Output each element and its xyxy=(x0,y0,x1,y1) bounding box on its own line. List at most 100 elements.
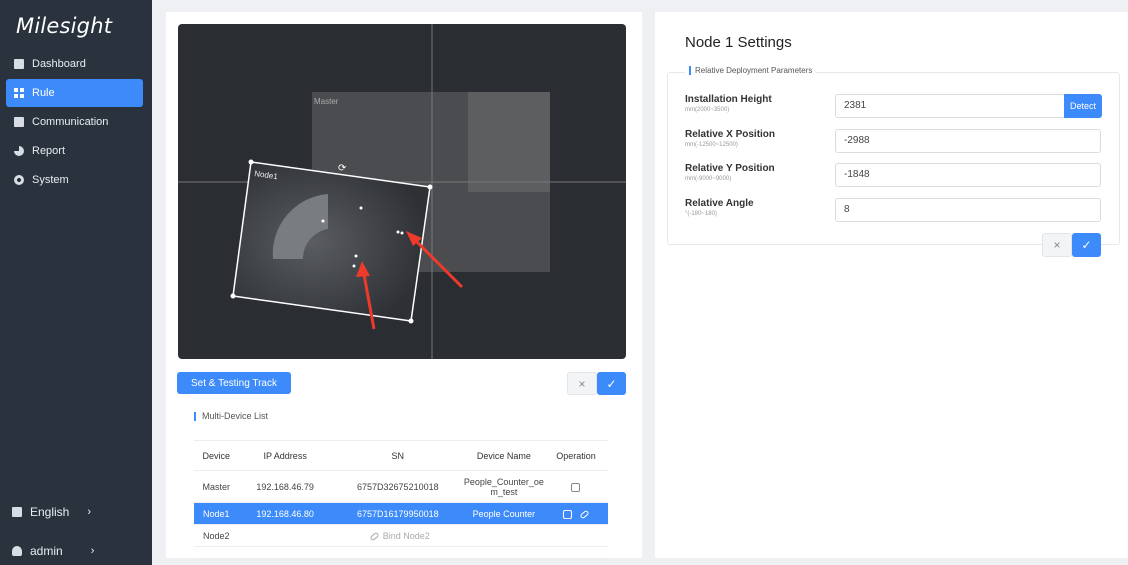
node1-region[interactable] xyxy=(232,161,431,322)
cancel-button[interactable]: × xyxy=(567,372,597,395)
settings-cancel-button[interactable]: × xyxy=(1042,233,1072,257)
fieldset-legend: Relative Deployment Parameters xyxy=(685,66,817,75)
page-title: Node 1 Settings xyxy=(685,34,792,51)
sidebar-item-system[interactable]: System xyxy=(6,166,143,194)
link-icon[interactable] xyxy=(579,509,590,519)
cell-device: Node2 xyxy=(194,524,239,547)
user-label: admin xyxy=(30,544,63,558)
sidebar-item-label: Dashboard xyxy=(32,58,86,70)
sidebar-item-dashboard[interactable]: Dashboard xyxy=(6,50,143,78)
cell-device-name: People_Counter_oe m_test xyxy=(463,470,544,503)
edit-icon[interactable] xyxy=(571,482,581,492)
relative-angle-row: Relative Angle °(-180~180) 8 xyxy=(685,198,1102,223)
installation-height-row: Installation Height mm(2000~3500) 2381 D… xyxy=(685,94,1102,119)
cell-sn: 6757D32675210018 xyxy=(331,470,464,503)
installation-height-input[interactable]: 2381 xyxy=(835,94,1101,118)
cell-ip: 192.168.46.80 xyxy=(238,502,332,525)
sidebar-item-label: Report xyxy=(32,145,66,157)
track-point xyxy=(352,264,356,268)
relative-x-row: Relative X Position mm(-12500~12500) -29… xyxy=(685,129,1102,154)
master-label: Master xyxy=(314,97,339,106)
track-point xyxy=(354,254,358,258)
cell-device-name: People Counter xyxy=(463,502,544,525)
sidebar-item-label: Rule xyxy=(32,87,55,99)
table-row xyxy=(194,546,608,559)
sidebar-item-label: Communication xyxy=(32,116,109,128)
cell-operation xyxy=(543,524,608,547)
user-icon xyxy=(12,546,22,556)
col-device-name: Device Name xyxy=(463,440,544,471)
field-label: Installation Height xyxy=(685,94,772,105)
corner-handle[interactable] xyxy=(248,159,254,165)
table-row-selected[interactable]: Node1 192.168.46.80 6757D16179950018 Peo… xyxy=(194,502,608,525)
close-icon: × xyxy=(1053,238,1061,252)
bind-node2-link[interactable]: Bind Node2 xyxy=(331,524,464,547)
table-row[interactable]: Master 192.168.46.79 6757D32675210018 Pe… xyxy=(194,470,608,503)
corner-handle[interactable] xyxy=(408,318,414,324)
set-testing-track-button[interactable]: Set & Testing Track xyxy=(177,372,291,394)
edit-icon[interactable] xyxy=(562,509,572,519)
field-label: Relative X Position xyxy=(685,129,776,140)
user-menu[interactable]: admin › xyxy=(12,544,94,558)
relative-y-row: Relative Y Position mm(-9000~9000) -1848 xyxy=(685,163,1102,188)
close-icon: × xyxy=(578,376,586,391)
col-sn: SN xyxy=(331,440,464,471)
cell-device: Master xyxy=(194,470,239,503)
field-label: Relative Y Position xyxy=(685,163,775,174)
cell-sn: 6757D16179950018 xyxy=(331,502,464,525)
field-hint: mm(-12500~12500) xyxy=(685,142,738,148)
track-point xyxy=(400,231,404,235)
device-table: Device IP Address SN Device Name Operati… xyxy=(194,440,608,559)
settings-confirm-button[interactable]: ✓ xyxy=(1072,233,1101,257)
corner-handle[interactable] xyxy=(427,184,433,190)
sidebar-item-label: System xyxy=(32,174,69,186)
gear-icon xyxy=(14,175,24,185)
settings-panel: Node 1 Settings Relative Deployment Para… xyxy=(655,12,1128,558)
camera-view[interactable]: Master Node1 ⟳ xyxy=(178,24,626,359)
field-label: Relative Angle xyxy=(685,198,754,209)
field-hint: mm(2000~3500) xyxy=(685,107,730,113)
rotate-icon[interactable]: ⟳ xyxy=(338,163,347,174)
link-icon xyxy=(369,531,380,541)
report-icon xyxy=(14,146,24,156)
col-operation: Operation xyxy=(543,440,608,471)
cell-operation xyxy=(543,470,608,503)
field-hint: °(-180~180) xyxy=(685,211,717,217)
dashboard-icon xyxy=(14,59,24,69)
relative-y-input[interactable]: -1848 xyxy=(835,163,1101,187)
confirm-button[interactable]: ✓ xyxy=(597,372,626,395)
table-header-row: Device IP Address SN Device Name Operati… xyxy=(194,440,608,471)
language-label: English xyxy=(30,505,70,519)
track-point xyxy=(359,206,363,210)
sidebar-item-communication[interactable]: Communication xyxy=(6,108,143,136)
milesight-logo: Milesight xyxy=(16,14,113,38)
check-icon: ✓ xyxy=(1081,238,1092,252)
camera-canvas: Master Node1 ⟳ xyxy=(178,24,626,359)
track-point xyxy=(396,230,400,234)
communication-icon xyxy=(14,117,24,127)
col-device: Device xyxy=(194,440,239,471)
check-icon: ✓ xyxy=(606,376,617,391)
cell-device: Node1 xyxy=(194,502,239,525)
chevron-right-icon: › xyxy=(87,506,92,518)
nav-menu: Dashboard Rule Communication Report Syst… xyxy=(6,50,143,195)
chevron-right-icon: › xyxy=(90,545,95,557)
sidebar-item-rule[interactable]: Rule xyxy=(6,79,143,107)
cell-ip xyxy=(238,524,332,547)
table-row[interactable]: Node2 Bind Node2 xyxy=(194,524,608,547)
multi-device-list-title: Multi-Device List xyxy=(194,412,268,421)
cell-ip: 192.168.46.79 xyxy=(238,470,332,503)
cell-operation xyxy=(543,502,608,525)
field-hint: mm(-9000~9000) xyxy=(685,176,732,182)
relative-angle-input[interactable]: 8 xyxy=(835,198,1101,222)
language-selector[interactable]: English › xyxy=(12,505,91,519)
rule-icon xyxy=(14,88,24,98)
corner-handle[interactable] xyxy=(230,293,236,299)
detect-button[interactable]: Detect xyxy=(1064,94,1102,118)
col-ip: IP Address xyxy=(238,440,332,471)
sidebar-item-report[interactable]: Report xyxy=(6,137,143,165)
cell-device-name xyxy=(463,524,544,547)
relative-x-input[interactable]: -2988 xyxy=(835,129,1101,153)
sidebar: Milesight Dashboard Rule Communication R… xyxy=(0,0,152,565)
language-icon xyxy=(12,507,22,517)
